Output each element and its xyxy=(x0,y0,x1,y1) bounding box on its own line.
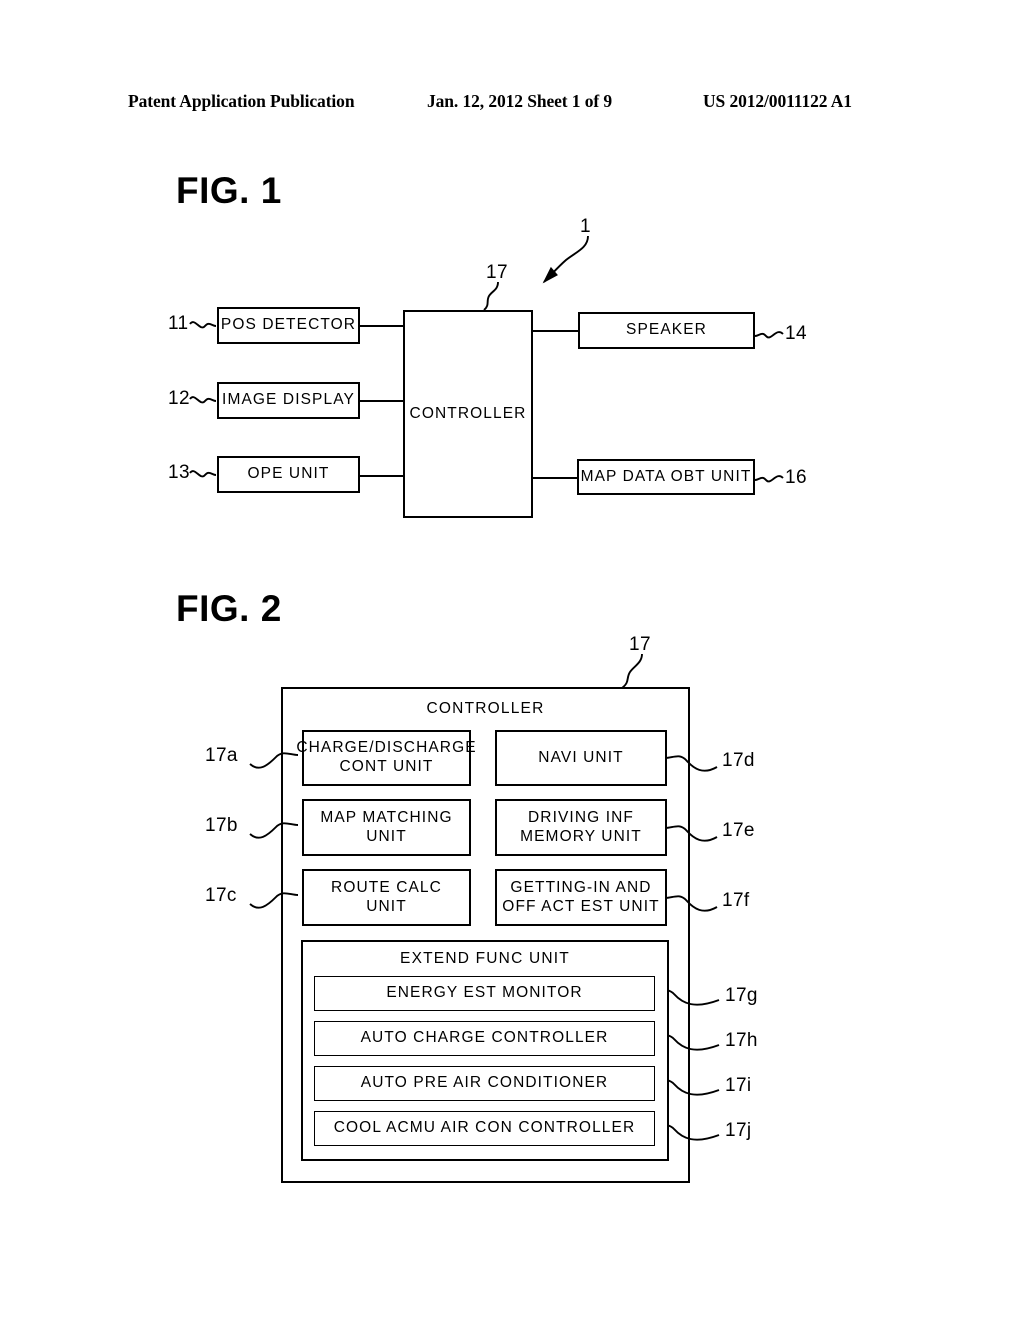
fig2-block-map-matching-unit[interactable]: MAP MATCHING UNIT xyxy=(302,799,471,856)
fig2-block-auto-charge-controller[interactable]: AUTO CHARGE CONTROLLER xyxy=(314,1021,655,1056)
fig2-block-driving-inf-memory-unit-label: DRIVING INF MEMORY UNIT xyxy=(520,808,642,845)
fig2-block-energy-est-monitor[interactable]: ENERGY EST MONITOR xyxy=(314,976,655,1011)
fig2-controller-label: CONTROLLER xyxy=(426,700,545,717)
publication-date-sheet-text: Jan. 12, 2012 Sheet 1 of 9 xyxy=(427,90,613,111)
fig1-ref-14: 14 xyxy=(785,323,807,344)
fig2-leader-17c xyxy=(249,892,299,909)
fig1-block-speaker-label: SPEAKER xyxy=(626,321,707,339)
fig2-block-navi-unit[interactable]: NAVI UNIT xyxy=(495,730,667,786)
fig2-block-getting-in-and-off-act-est-unit[interactable]: GETTING-IN AND OFF ACT EST UNIT xyxy=(495,869,667,926)
connector-ope-unit-to-controller xyxy=(358,475,405,477)
fig1-ref-12: 12 xyxy=(168,388,190,409)
fig2-extend-func-unit-label: EXTEND FUNC UNIT xyxy=(400,950,570,967)
fig2-ref-17i: 17i xyxy=(725,1075,752,1096)
page-header: Patent Application Publication Jan. 12, … xyxy=(128,88,896,114)
fig2-block-route-calc-unit[interactable]: ROUTE CALC UNIT xyxy=(302,869,471,926)
fig2-ref-17: 17 xyxy=(629,634,651,655)
fig1-block-ope-unit[interactable]: OPE UNIT xyxy=(217,456,360,493)
fig2-block-getting-in-and-off-act-est-unit-label: GETTING-IN AND OFF ACT EST UNIT xyxy=(502,878,660,915)
fig1-block-map-data-obt-unit-label: MAP DATA OBT UNIT xyxy=(580,467,752,485)
fig2-ref-17b: 17b xyxy=(205,815,238,836)
publication-number-text: US 2012/0011122 A1 xyxy=(703,90,852,111)
connector-image-display-to-controller xyxy=(358,400,405,402)
fig2-block-auto-pre-air-conditioner-label: AUTO PRE AIR CONDITIONER xyxy=(360,1074,609,1092)
fig1-block-ope-unit-label: OPE UNIT xyxy=(247,465,330,483)
fig2-ref-17d: 17d xyxy=(722,750,755,771)
fig2-block-auto-pre-air-conditioner[interactable]: AUTO PRE AIR CONDITIONER xyxy=(314,1066,655,1101)
fig1-block-image-display[interactable]: IMAGE DISPLAY xyxy=(217,382,360,419)
figure-2-title: FIG. 2 xyxy=(176,588,282,629)
fig2-leader-17 xyxy=(621,653,643,689)
fig2-ref-17j: 17j xyxy=(725,1120,752,1141)
fig2-block-cool-acmu-air-con-controller[interactable]: COOL ACMU AIR CON CONTROLLER xyxy=(314,1111,655,1146)
fig1-leader-16 xyxy=(754,475,784,483)
fig1-block-speaker[interactable]: SPEAKER xyxy=(578,312,755,349)
fig2-block-charge-discharge-cont-unit[interactable]: CHARGE/DISCHARGE CONT UNIT xyxy=(296,730,476,786)
fig2-block-charge-discharge-cont-unit-label: CHARGE/DISCHARGE CONT UNIT xyxy=(296,739,477,775)
fig1-leader-13 xyxy=(189,470,217,478)
fig2-leader-17b xyxy=(249,822,299,839)
fig2-ref-17f: 17f xyxy=(722,890,750,911)
fig1-ref-system-1: 1 xyxy=(580,216,591,237)
fig2-block-energy-est-monitor-label: ENERGY EST MONITOR xyxy=(386,984,583,1002)
fig2-block-cool-acmu-air-con-controller-label: COOL ACMU AIR CON CONTROLLER xyxy=(333,1119,636,1137)
fig2-leader-17e xyxy=(664,825,718,842)
fig2-block-driving-inf-memory-unit[interactable]: DRIVING INF MEMORY UNIT xyxy=(495,799,667,856)
fig2-leader-17d xyxy=(664,755,718,772)
fig1-block-pos-detector[interactable]: POS DETECTOR xyxy=(217,307,360,344)
fig1-block-image-display-label: IMAGE DISPLAY xyxy=(222,391,355,409)
fig2-ref-17c: 17c xyxy=(205,885,237,906)
connector-pos-detector-to-controller xyxy=(358,325,405,327)
fig2-block-navi-unit-label: NAVI UNIT xyxy=(538,748,624,766)
connector-controller-to-speaker xyxy=(531,330,580,332)
fig1-leader-14 xyxy=(754,331,784,339)
fig1-leader-12 xyxy=(189,396,217,404)
fig1-leader-system-arrow xyxy=(542,235,589,284)
fig2-leader-17f xyxy=(664,895,718,912)
fig1-block-controller[interactable]: CONTROLLER xyxy=(403,310,533,518)
fig1-ref-17: 17 xyxy=(486,262,508,283)
fig1-leader-11 xyxy=(189,321,217,329)
fig1-block-map-data-obt-unit[interactable]: MAP DATA OBT UNIT xyxy=(577,459,755,495)
fig1-ref-16: 16 xyxy=(785,467,807,488)
fig1-ref-11: 11 xyxy=(168,313,189,334)
fig2-block-auto-charge-controller-label: AUTO CHARGE CONTROLLER xyxy=(360,1029,609,1047)
connector-controller-to-map-data-obt-unit xyxy=(531,477,579,479)
figure-1-title: FIG. 1 xyxy=(176,170,282,211)
fig2-ref-17e: 17e xyxy=(722,820,755,841)
fig2-block-map-matching-unit-label: MAP MATCHING UNIT xyxy=(320,808,453,845)
fig2-block-route-calc-unit-label: ROUTE CALC UNIT xyxy=(331,878,442,915)
fig1-ref-13: 13 xyxy=(168,462,190,483)
fig1-block-pos-detector-label: POS DETECTOR xyxy=(220,316,357,334)
fig2-ref-17a: 17a xyxy=(205,745,238,766)
publication-type-text: Patent Application Publication xyxy=(128,90,355,111)
fig2-ref-17g: 17g xyxy=(725,985,758,1006)
fig2-ref-17h: 17h xyxy=(725,1030,758,1051)
fig1-block-controller-label: CONTROLLER xyxy=(409,404,527,422)
